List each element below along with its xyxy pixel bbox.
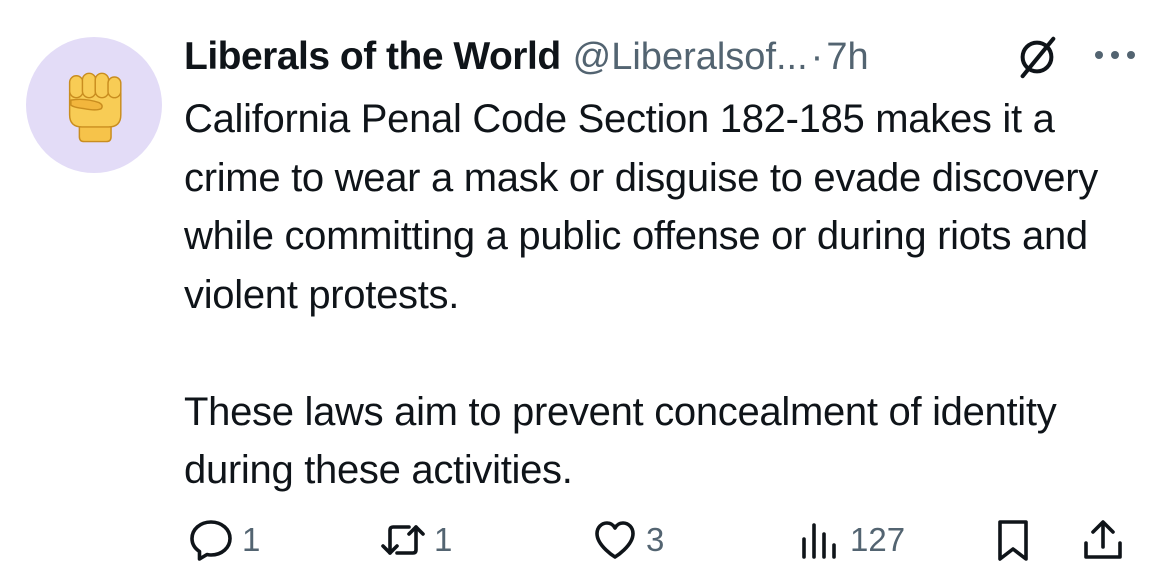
bookmark-button[interactable]	[990, 512, 1036, 568]
retweet-count: 1	[434, 521, 453, 558]
views-count: 127	[850, 521, 906, 558]
like-button[interactable]: 3	[592, 512, 664, 568]
reply-count: 1	[242, 521, 261, 558]
reply-icon	[190, 520, 232, 561]
author-handle[interactable]: @Liberalsof...	[573, 36, 808, 79]
reply-button[interactable]: 1	[188, 512, 260, 568]
author-display-name[interactable]: Liberals of the World	[184, 35, 561, 79]
raised-fist-icon	[68, 72, 122, 143]
bookmark-icon	[998, 520, 1028, 561]
share-button[interactable]	[1080, 512, 1126, 568]
retweet-icon	[381, 525, 425, 555]
tweet-paragraph: California Penal Code Section 182-185 ma…	[184, 97, 1098, 317]
tweet-text: California Penal Code Section 182-185 ma…	[184, 90, 1159, 500]
retweet-button[interactable]: 1	[380, 512, 452, 568]
header-separator: ·	[810, 35, 824, 78]
views-chart-icon	[802, 523, 836, 559]
grok-icon[interactable]	[1014, 34, 1060, 80]
tweet-action-bar: 1 1 3 127	[184, 512, 1144, 568]
views-button[interactable]: 127	[796, 512, 905, 568]
tweet-paragraph: These laws aim to prevent concealment of…	[184, 389, 1057, 493]
tweet[interactable]: Liberals of the World @Liberalsof... · 7…	[0, 0, 1170, 585]
share-icon	[1084, 520, 1122, 559]
more-options-icon[interactable]	[1090, 40, 1140, 70]
avatar[interactable]	[26, 37, 162, 173]
like-count: 3	[646, 521, 665, 558]
tweet-header: Liberals of the World @Liberalsof... · 7…	[184, 26, 869, 88]
heart-icon	[595, 521, 635, 559]
tweet-timestamp[interactable]: 7h	[826, 36, 868, 79]
